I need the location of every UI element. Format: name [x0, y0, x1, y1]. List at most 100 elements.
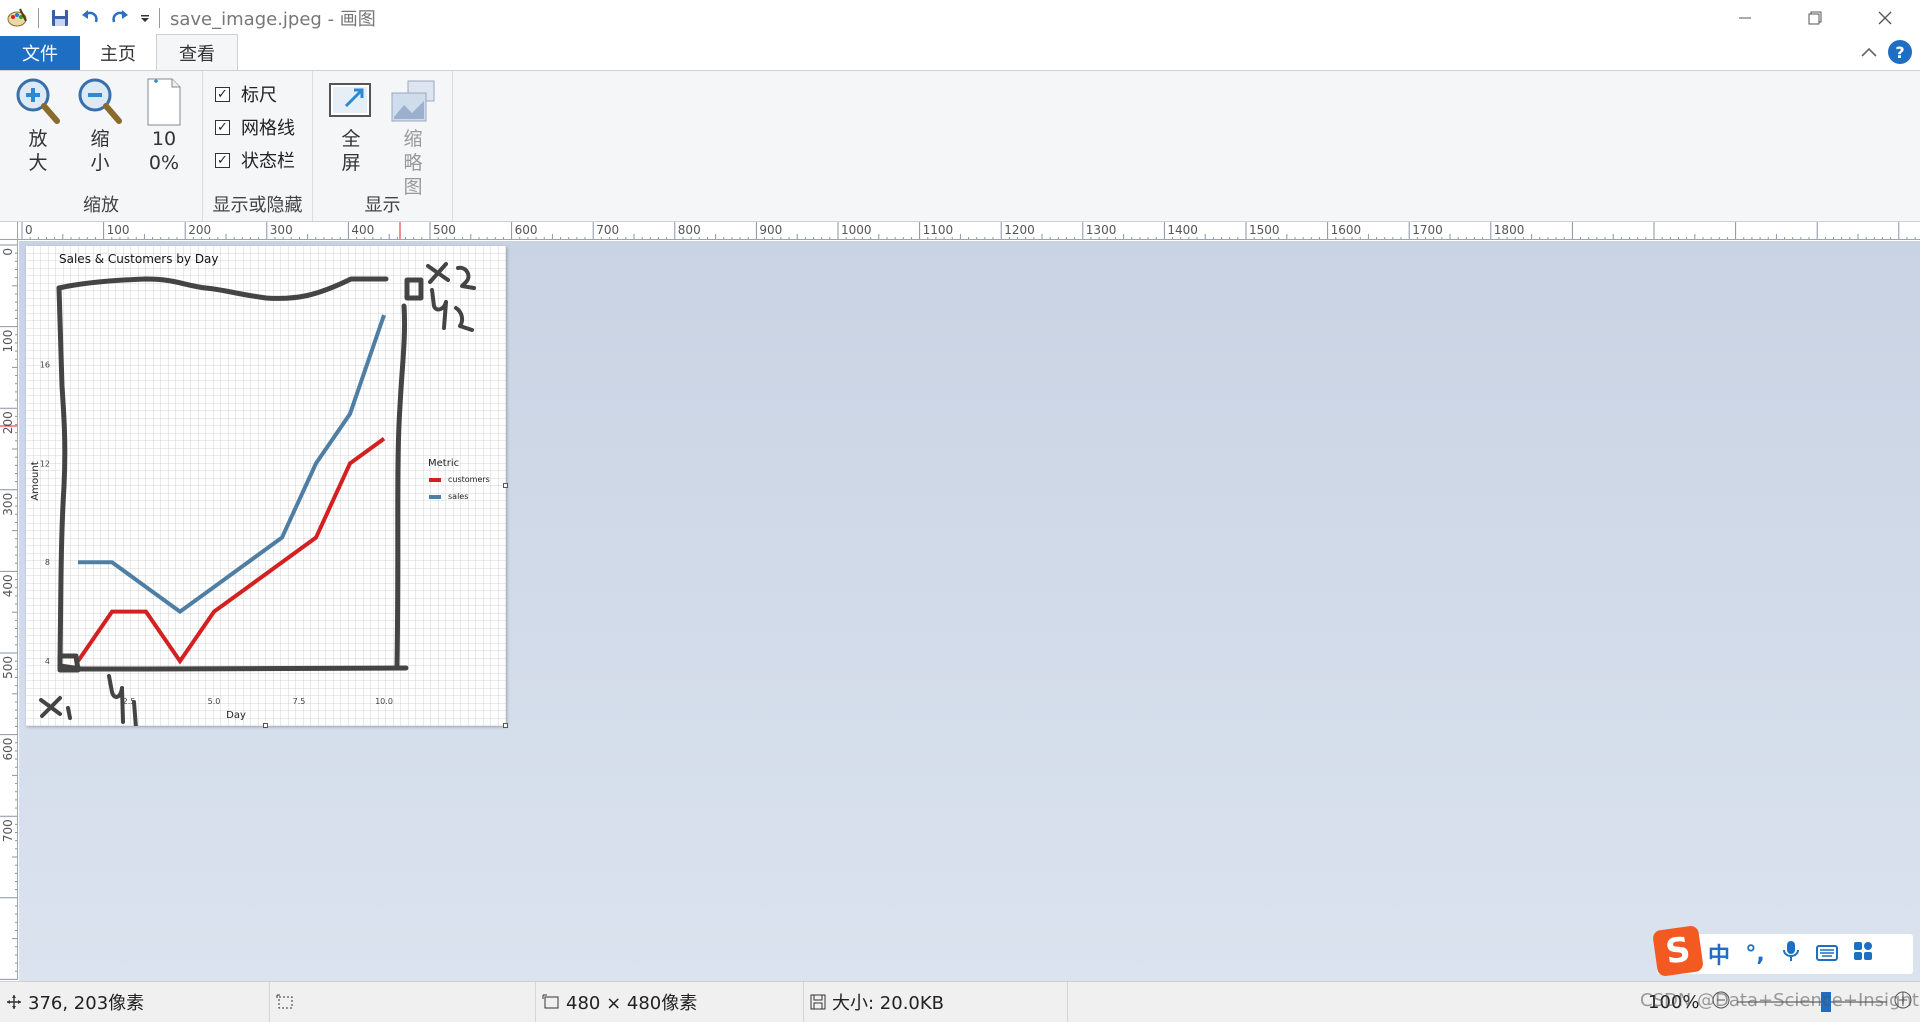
thumbnail-label: 缩略图 — [403, 128, 423, 198]
cursor-position-icon — [6, 994, 22, 1010]
tab-home[interactable]: 主页 — [80, 36, 156, 70]
ruler-label: 300 — [1, 493, 15, 516]
ruler-label: 600 — [515, 223, 538, 237]
ruler-label: 700 — [596, 223, 619, 237]
keyboard-icon[interactable] — [1809, 942, 1845, 967]
ruler-label: 0 — [1, 248, 15, 256]
zoom-100-label: 100% — [148, 128, 180, 174]
file-size: 大小: 20.0KB — [832, 993, 945, 1014]
ruler-label: 1800 — [1494, 223, 1525, 237]
undo-icon[interactable] — [75, 3, 105, 33]
ruler-corner — [0, 222, 18, 240]
ime-toolbar: S 中 °, — [1652, 925, 1913, 977]
window-controls — [1710, 0, 1920, 36]
gridlines-checkbox[interactable]: ✓ 网格线 — [215, 114, 295, 140]
thumbnail-button[interactable]: 缩略图 — [385, 77, 441, 199]
image-canvas[interactable]: Sales & Customers by Day Day Amount 2.5 5.0 7… — [26, 246, 508, 730]
legend-title: Metric — [428, 458, 459, 469]
legend-swatch-customers — [429, 478, 441, 482]
ribbon-panel: 放大 缩小 100% 缩放 ✓ 标尺 ✓ 网格线 ✓ 状态栏 显示或隐藏 全屏 … — [0, 70, 1920, 222]
y-tick-label: 4 — [45, 657, 50, 666]
ruler-label: 200 — [188, 223, 211, 237]
ruler-label: 100 — [107, 223, 130, 237]
zoom-group: 放大 缩小 100% 缩放 — [0, 71, 203, 221]
ruler-label: 300 — [270, 223, 293, 237]
window-title: save_image.jpeg - 画图 — [170, 9, 376, 30]
fullscreen-button[interactable]: 全屏 — [323, 77, 379, 175]
microphone-icon[interactable] — [1773, 940, 1809, 968]
ruler-label: 100 — [1, 330, 15, 353]
image-dimensions: 480 × 480像素 — [566, 993, 698, 1014]
cursor-position: 376, 203像素 — [28, 993, 145, 1014]
statusbar-checkbox-label: 状态栏 — [241, 151, 295, 172]
ime-punctuation[interactable]: °, — [1737, 942, 1773, 967]
resize-handle-right[interactable] — [503, 483, 508, 488]
apps-grid-icon[interactable] — [1845, 941, 1881, 967]
selection-icon — [276, 994, 294, 1010]
page-icon — [140, 77, 188, 127]
show-hide-group-label: 显示或隐藏 — [212, 195, 303, 216]
redo-icon[interactable] — [105, 3, 135, 33]
title-bar: save_image.jpeg - 画图 — [0, 0, 1920, 36]
ruler-label: 1600 — [1331, 223, 1362, 237]
x-axis-label: Day — [226, 710, 246, 721]
x-tick-label: 5.0 — [208, 697, 221, 706]
zoom-out-button[interactable]: 缩小 — [72, 77, 128, 175]
save-icon[interactable] — [45, 3, 75, 33]
ribbon-right-controls: ? — [1860, 40, 1920, 64]
statusbar-checkbox[interactable]: ✓ 状态栏 — [215, 147, 295, 173]
ruler-label: 1400 — [1167, 223, 1198, 237]
restore-button[interactable] — [1780, 0, 1850, 36]
legend-swatch-sales — [429, 495, 441, 499]
cursor-position-cell: 376, 203像素 — [0, 982, 270, 1022]
ruler-checkbox-label: 标尺 — [241, 85, 277, 106]
vertical-ruler: 0 100 200 300 400 500 600 700 — [0, 240, 18, 980]
disk-icon — [810, 994, 826, 1010]
help-icon[interactable]: ? — [1888, 40, 1912, 64]
show-hide-group: ✓ 标尺 ✓ 网格线 ✓ 状态栏 显示或隐藏 — [203, 71, 313, 221]
checkmark-icon: ✓ — [215, 86, 230, 102]
zoom-in-icon — [14, 77, 62, 127]
chart-title: Sales & Customers by Day — [59, 252, 219, 266]
paint-app-icon[interactable] — [2, 3, 32, 33]
close-button[interactable] — [1850, 0, 1920, 36]
collapse-ribbon-icon[interactable] — [1860, 42, 1878, 63]
minimize-button[interactable] — [1710, 0, 1780, 36]
ruler-checkbox[interactable]: ✓ 标尺 — [215, 81, 277, 107]
ruler-label: 1500 — [1249, 223, 1280, 237]
fullscreen-icon — [327, 77, 375, 127]
zoom-in-label: 放大 — [28, 128, 48, 174]
sogou-logo-icon[interactable]: S — [1652, 925, 1704, 977]
tab-view[interactable]: 查看 — [156, 34, 238, 70]
gridlines — [26, 246, 506, 726]
tab-file[interactable]: 文件 — [0, 36, 80, 70]
canvas-workspace[interactable]: Sales & Customers by Day Day Amount 2.5 5.0 7… — [19, 241, 1920, 981]
ruler-label: 400 — [351, 223, 374, 237]
ruler-label: 500 — [433, 223, 456, 237]
y-tick-label: 16 — [40, 361, 50, 370]
resize-handle-corner[interactable] — [503, 723, 508, 728]
watermark: CSDN @Data+Science+Insight — [1640, 990, 1919, 1011]
ruler-label: 800 — [678, 223, 701, 237]
zoom-in-button[interactable]: 放大 — [10, 77, 66, 175]
ruler-label: 1000 — [841, 223, 872, 237]
zoom-out-icon — [76, 77, 124, 127]
resize-handle-bottom[interactable] — [263, 723, 268, 728]
customize-dropdown-icon[interactable] — [135, 3, 155, 33]
x-tick-label: 10.0 — [375, 697, 393, 706]
thumbnail-icon — [389, 77, 437, 127]
ime-language[interactable]: 中 — [1701, 938, 1737, 970]
y-tick-label: 12 — [40, 459, 50, 468]
zoom-100-button[interactable]: 100% — [136, 77, 192, 175]
ruler-label: 1300 — [1086, 223, 1117, 237]
ruler-label: 1100 — [923, 223, 954, 237]
file-size-cell: 大小: 20.0KB — [804, 982, 1068, 1022]
x-tick-label: 7.5 — [293, 697, 306, 706]
checkmark-icon: ✓ — [215, 119, 230, 135]
ruler-label: 500 — [1, 656, 15, 679]
y-tick-label: 8 — [45, 558, 50, 567]
image-dimensions-cell: 480 × 480像素 — [536, 982, 804, 1022]
zoom-out-label: 缩小 — [90, 128, 110, 174]
vertical-ruler-ticks: 0 100 200 300 400 500 600 700 — [0, 244, 17, 980]
quick-access-toolbar — [0, 0, 164, 36]
